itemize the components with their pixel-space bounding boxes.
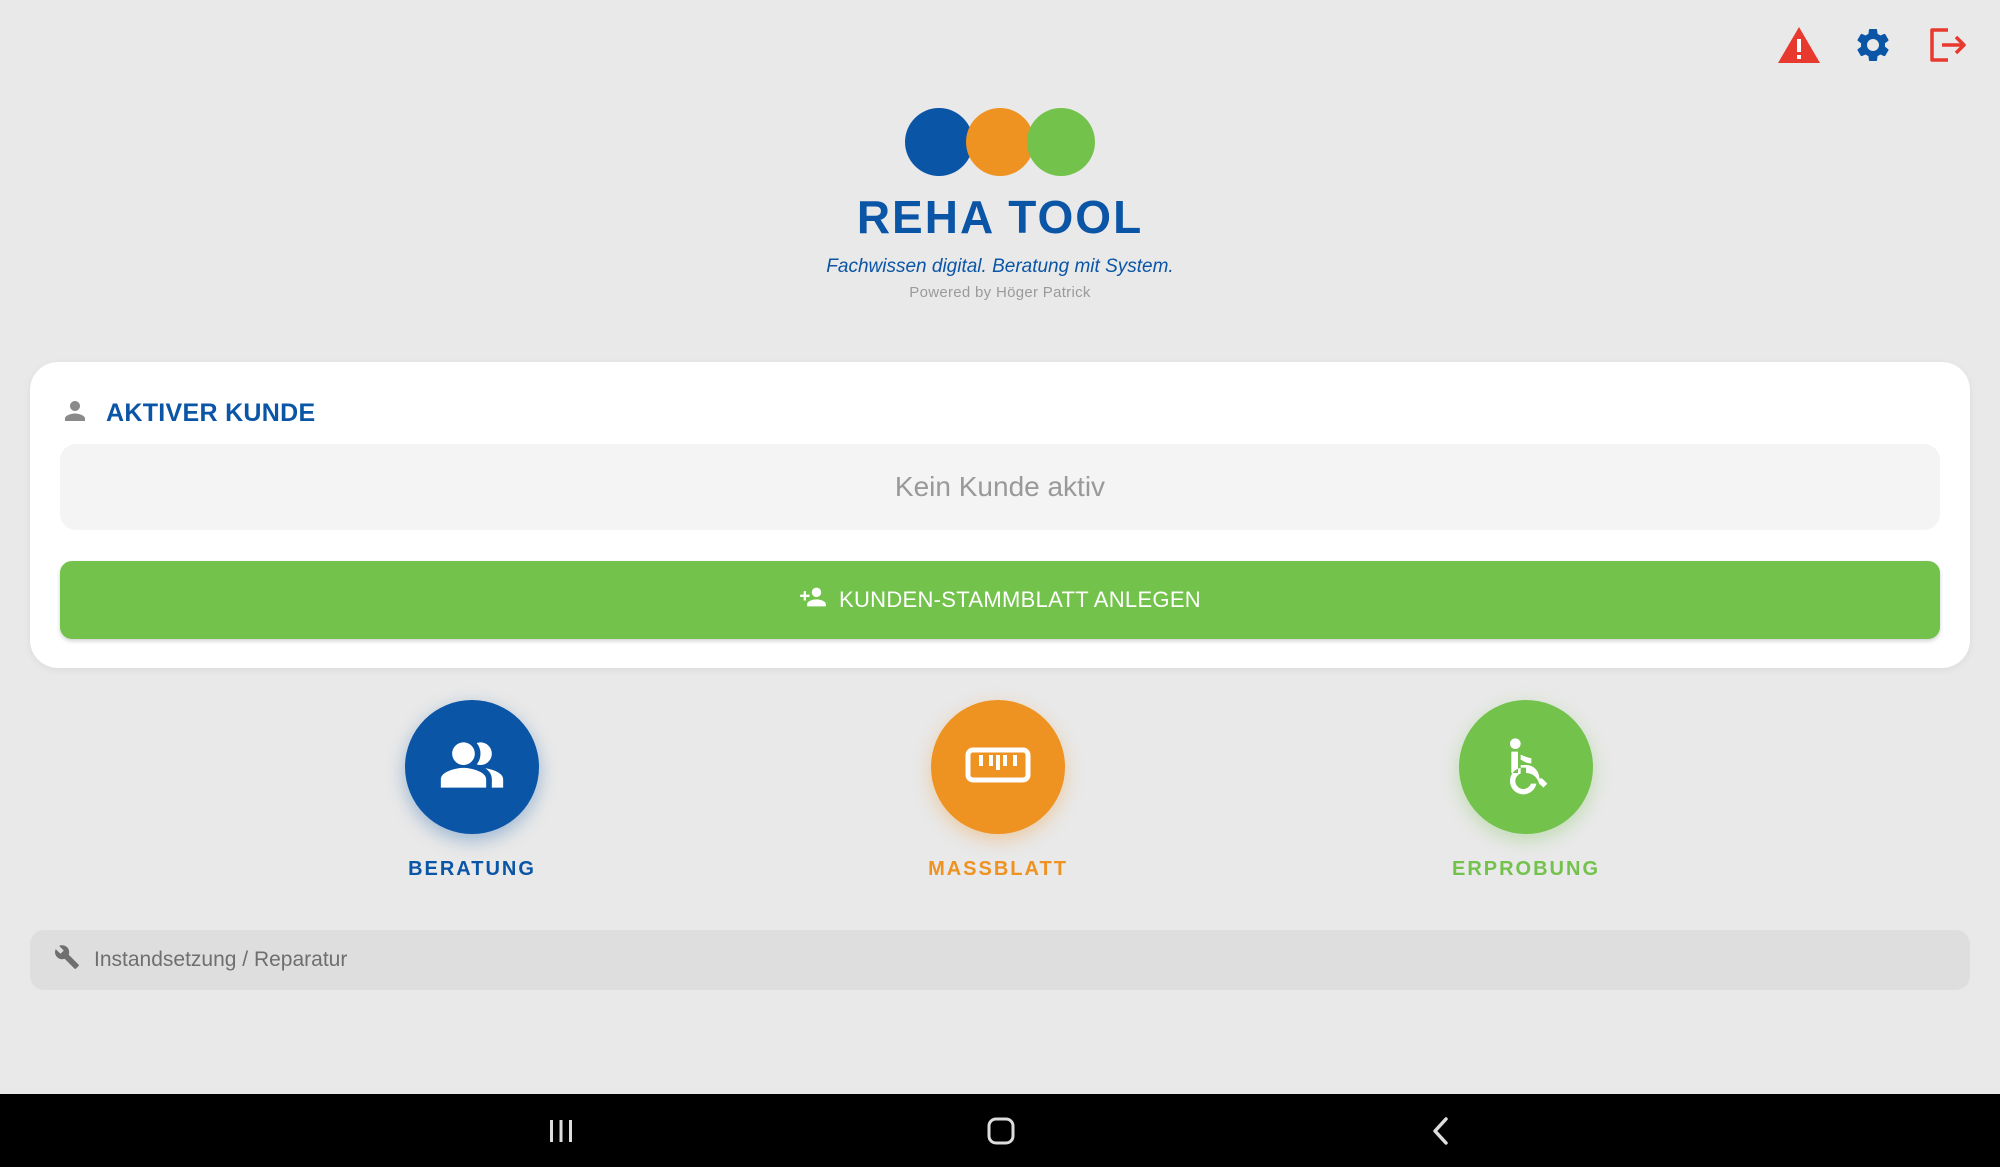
- powered-by: Powered by Höger Patrick: [909, 284, 1091, 301]
- repair-label: Instandsetzung / Reparatur: [94, 948, 348, 971]
- group-icon: [438, 731, 506, 804]
- recent-apps-icon[interactable]: [541, 1112, 581, 1150]
- active-customer-status: Kein Kunde aktiv: [894, 471, 1106, 502]
- ruler-icon: [965, 745, 1031, 790]
- beratung-circle: [405, 700, 539, 834]
- massblatt-label: MASSBLATT: [928, 858, 1068, 880]
- logo-dots: [905, 108, 1095, 176]
- app-tagline: Fachwissen digital. Beratung mit System.: [826, 256, 1174, 277]
- logo-dot-blue: [905, 108, 973, 176]
- card-title: AKTIVER KUNDE: [106, 399, 316, 427]
- person-icon: [60, 396, 90, 431]
- create-customer-sheet-button[interactable]: KUNDEN-STAMMBLATT ANLEGEN: [60, 561, 1940, 639]
- wrench-icon: [54, 944, 80, 976]
- logo-dot-orange: [966, 108, 1034, 176]
- active-customer-card: AKTIVER KUNDE Kein Kunde aktiv KUNDEN-ST…: [30, 362, 1970, 668]
- warning-icon[interactable]: [1776, 22, 1822, 68]
- erprobung-label: ERPROBUNG: [1451, 858, 1600, 880]
- active-customer-field: Kein Kunde aktiv: [60, 444, 1940, 530]
- home-icon[interactable]: [981, 1112, 1021, 1150]
- action-beratung[interactable]: BERATUNG: [352, 700, 592, 881]
- action-massblatt[interactable]: MASSBLATT: [878, 700, 1118, 881]
- massblatt-circle: [931, 700, 1065, 834]
- create-customer-sheet-label: KUNDEN-STAMMBLATT ANLEGEN: [838, 587, 1201, 612]
- app-title: REHA TOOL: [856, 191, 1144, 243]
- logo-dot-green: [1027, 108, 1095, 176]
- repair-button[interactable]: Instandsetzung / Reparatur: [30, 930, 1970, 990]
- wheelchair-icon: [1494, 733, 1558, 802]
- top-toolbar: [1776, 22, 1970, 68]
- person-add-icon: [799, 583, 827, 617]
- beratung-label: BERATUNG: [408, 858, 536, 880]
- system-navigation-bar: [0, 1094, 2000, 1167]
- back-icon[interactable]: [1421, 1112, 1461, 1150]
- card-header: AKTIVER KUNDE: [60, 396, 315, 431]
- erprobung-circle: [1459, 700, 1593, 834]
- brand-header: REHA TOOL Fachwissen digital. Beratung m…: [0, 108, 2000, 301]
- settings-icon[interactable]: [1850, 22, 1896, 68]
- logout-icon[interactable]: [1924, 22, 1970, 68]
- action-erprobung[interactable]: ERPROBUNG: [1406, 700, 1646, 881]
